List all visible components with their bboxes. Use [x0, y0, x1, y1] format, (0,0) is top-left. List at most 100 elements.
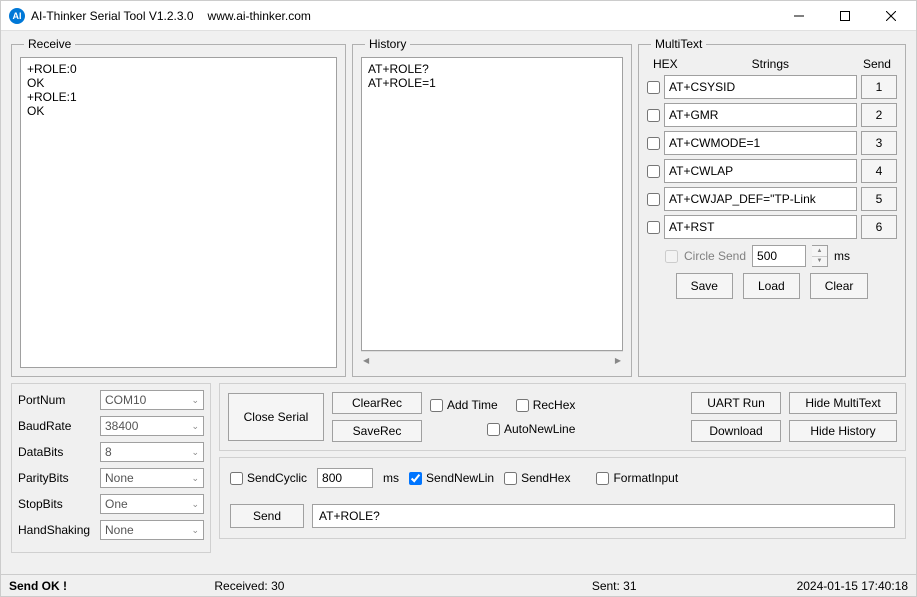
- multitext-clear-button[interactable]: Clear: [810, 273, 869, 299]
- status-datetime: 2024-01-15 17:40:18: [797, 579, 908, 593]
- send-panel: SendCyclic ms SendNewLin SendHex FormatI…: [219, 457, 906, 539]
- sendnewline-checkbox[interactable]: SendNewLin: [409, 471, 494, 485]
- multitext-cmd-input[interactable]: [664, 215, 857, 239]
- download-button[interactable]: Download: [691, 420, 781, 442]
- chevron-down-icon: ⌄: [191, 395, 199, 406]
- send-button[interactable]: Send: [230, 504, 304, 528]
- stopbits-select[interactable]: One⌄: [100, 494, 204, 514]
- multitext-panel: MultiText HEX Strings Send 1 2 3 4 5 6 Circle…: [638, 37, 906, 377]
- multitext-cmd-input[interactable]: [664, 75, 857, 99]
- circle-ms-label: ms: [834, 249, 850, 263]
- receive-legend: Receive: [24, 37, 75, 51]
- scroll-left-icon[interactable]: ◀: [363, 356, 369, 365]
- send-ms-label: ms: [383, 471, 399, 485]
- status-sent: Sent: 31: [432, 579, 797, 593]
- status-bar: Send OK ! Received: 30 Sent: 31 2024-01-…: [1, 574, 916, 596]
- history-panel: History ◀▶: [352, 37, 632, 377]
- autonewline-checkbox[interactable]: AutoNewLine: [487, 422, 575, 436]
- multitext-head-hex: HEX: [653, 57, 678, 71]
- spin-down-icon[interactable]: ▼: [812, 257, 827, 267]
- multitext-send-button-6[interactable]: 6: [861, 215, 897, 239]
- titlebar: AI AI-Thinker Serial Tool V1.2.3.0www.ai…: [1, 1, 916, 31]
- hide-history-button[interactable]: Hide History: [789, 420, 897, 442]
- multitext-hex-checkbox[interactable]: [647, 137, 660, 150]
- port-panel: PortNumCOM10⌄ BaudRate38400⌄ DataBits8⌄ …: [11, 383, 211, 553]
- multitext-row: 3: [647, 131, 897, 155]
- baudrate-select[interactable]: 38400⌄: [100, 416, 204, 436]
- multitext-send-button-4[interactable]: 4: [861, 159, 897, 183]
- chevron-down-icon: ⌄: [191, 525, 199, 536]
- multitext-hex-checkbox[interactable]: [647, 193, 660, 206]
- scroll-right-icon[interactable]: ▶: [615, 356, 621, 365]
- minimize-button[interactable]: [776, 1, 822, 31]
- multitext-cmd-input[interactable]: [664, 131, 857, 155]
- app-icon: AI: [9, 8, 25, 24]
- send-interval-input[interactable]: [317, 468, 373, 488]
- multitext-head-send: Send: [863, 57, 891, 71]
- uartrun-button[interactable]: UART Run: [691, 392, 781, 414]
- multitext-row: 5: [647, 187, 897, 211]
- hide-multitext-button[interactable]: Hide MultiText: [789, 392, 897, 414]
- sendhex-checkbox[interactable]: SendHex: [504, 471, 570, 485]
- status-message: Send OK !: [9, 579, 67, 593]
- control-row: Close Serial ClearRec SaveRec Add Time R…: [219, 383, 906, 451]
- multitext-send-button-1[interactable]: 1: [861, 75, 897, 99]
- receive-panel: Receive: [11, 37, 346, 377]
- window-buttons: [776, 1, 914, 31]
- circle-send-checkbox[interactable]: [665, 250, 678, 263]
- multitext-row: 6: [647, 215, 897, 239]
- multitext-hex-checkbox[interactable]: [647, 109, 660, 122]
- multitext-save-button[interactable]: Save: [676, 273, 733, 299]
- history-legend: History: [365, 37, 410, 51]
- portnum-select[interactable]: COM10⌄: [100, 390, 204, 410]
- chevron-down-icon: ⌄: [191, 421, 199, 432]
- history-hscroll[interactable]: ◀▶: [361, 351, 623, 368]
- formatinput-checkbox[interactable]: FormatInput: [596, 471, 678, 485]
- circle-interval-input[interactable]: [752, 245, 806, 267]
- multitext-cmd-input[interactable]: [664, 159, 857, 183]
- circle-spinner[interactable]: ▲▼: [812, 245, 828, 267]
- maximize-button[interactable]: [822, 1, 868, 31]
- multitext-head-strings: Strings: [752, 57, 789, 71]
- chevron-down-icon: ⌄: [191, 473, 199, 484]
- handshaking-select[interactable]: None⌄: [100, 520, 204, 540]
- spin-up-icon[interactable]: ▲: [812, 246, 827, 257]
- close-serial-button[interactable]: Close Serial: [228, 393, 324, 441]
- clearrec-button[interactable]: ClearRec: [332, 392, 422, 414]
- multitext-send-button-3[interactable]: 3: [861, 131, 897, 155]
- sendcyclic-checkbox[interactable]: SendCyclic: [230, 471, 307, 485]
- multitext-send-button-2[interactable]: 2: [861, 103, 897, 127]
- multitext-row: 1: [647, 75, 897, 99]
- multitext-legend: MultiText: [651, 37, 706, 51]
- multitext-hex-checkbox[interactable]: [647, 221, 660, 234]
- databits-label: DataBits: [18, 445, 100, 459]
- paritybits-label: ParityBits: [18, 471, 100, 485]
- multitext-row: 4: [647, 159, 897, 183]
- paritybits-select[interactable]: None⌄: [100, 468, 204, 488]
- chevron-down-icon: ⌄: [191, 447, 199, 458]
- portnum-label: PortNum: [18, 393, 100, 407]
- app-window: AI AI-Thinker Serial Tool V1.2.3.0www.ai…: [0, 0, 917, 597]
- close-button[interactable]: [868, 1, 914, 31]
- multitext-row: 2: [647, 103, 897, 127]
- saverec-button[interactable]: SaveRec: [332, 420, 422, 442]
- chevron-down-icon: ⌄: [191, 499, 199, 510]
- baudrate-label: BaudRate: [18, 419, 100, 433]
- receive-textarea[interactable]: [20, 57, 337, 368]
- circle-send-label: Circle Send: [684, 249, 746, 263]
- multitext-hex-checkbox[interactable]: [647, 165, 660, 178]
- multitext-cmd-input[interactable]: [664, 103, 857, 127]
- addtime-checkbox[interactable]: Add Time: [430, 398, 498, 412]
- multitext-hex-checkbox[interactable]: [647, 81, 660, 94]
- handshaking-label: HandShaking: [18, 523, 100, 537]
- multitext-load-button[interactable]: Load: [743, 273, 800, 299]
- status-received: Received: 30: [67, 579, 432, 593]
- multitext-send-button-5[interactable]: 5: [861, 187, 897, 211]
- stopbits-label: StopBits: [18, 497, 100, 511]
- history-textarea[interactable]: [361, 57, 623, 351]
- databits-select[interactable]: 8⌄: [100, 442, 204, 462]
- multitext-cmd-input[interactable]: [664, 187, 857, 211]
- rechex-checkbox[interactable]: RecHex: [516, 398, 576, 412]
- app-url: www.ai-thinker.com: [208, 9, 311, 23]
- send-command-input[interactable]: [312, 504, 895, 528]
